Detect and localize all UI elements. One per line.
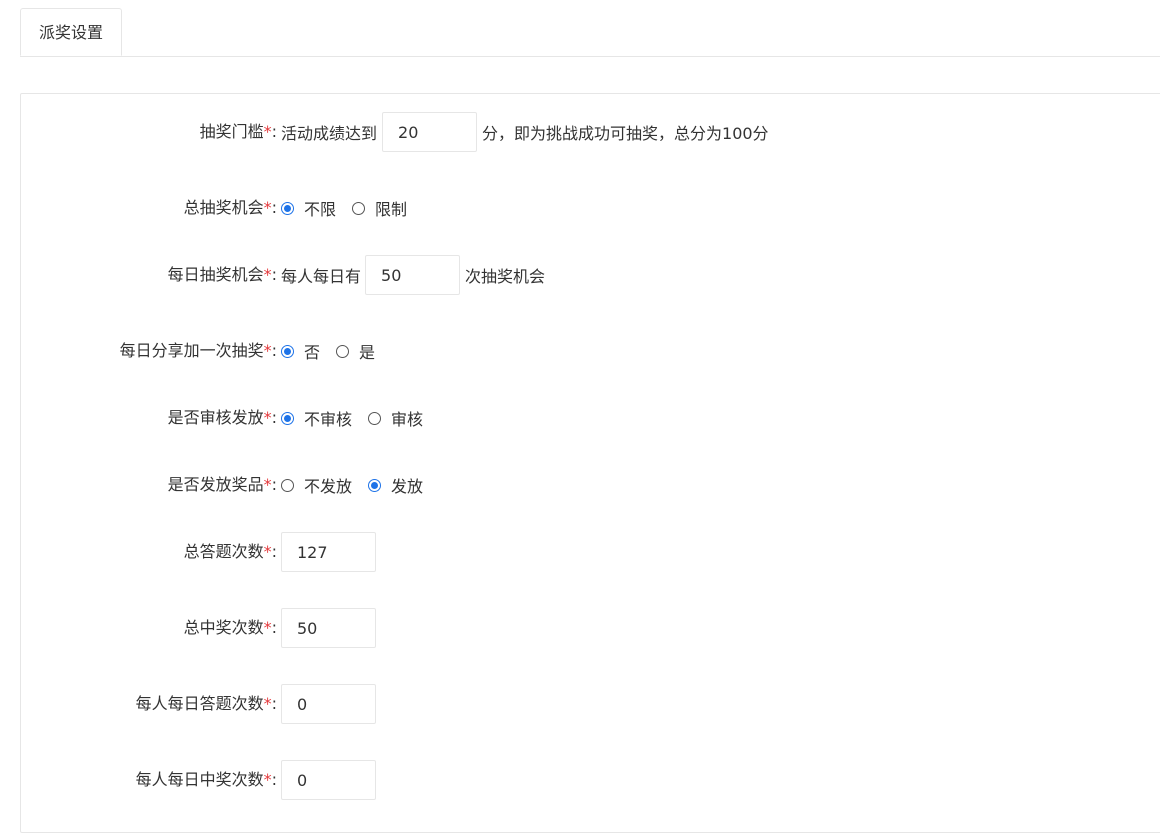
- settings-panel: 抽奖门槛*: 活动成绩达到 分，即为挑战成功可抽奖，总分为100分 总抽奖机会*…: [20, 93, 1160, 833]
- required-mark: *: [263, 694, 272, 713]
- radio-unchecked-icon: [281, 478, 294, 492]
- radio-unchecked-icon: [336, 344, 350, 358]
- total-wins-input[interactable]: [281, 608, 376, 648]
- total-wins-label: 总中奖次数*:: [183, 618, 277, 637]
- daily-share-label: 每日分享加一次抽奖*:: [119, 341, 277, 360]
- threshold-input[interactable]: [382, 112, 478, 152]
- daily-chances-row: 每日抽奖机会*: 每人每日有 次抽奖机会: [21, 255, 1160, 295]
- daily-chances-input[interactable]: [365, 255, 461, 295]
- threshold-prefix: 活动成绩达到: [281, 124, 378, 143]
- radio-checked-icon: [281, 344, 294, 358]
- daily-share-options: 否 是: [281, 331, 391, 371]
- radio-unlimited[interactable]: 不限: [281, 196, 336, 220]
- daily-chances-content: 每人每日有 次抽奖机会: [281, 255, 545, 295]
- daily-share-row: 每日分享加一次抽奖*: 否 是: [21, 331, 1160, 371]
- radio-unchecked-icon: [352, 201, 366, 215]
- review-payout-label: 是否审核发放*:: [167, 408, 277, 427]
- required-mark: *: [263, 542, 272, 561]
- total-answers-row: 总答题次数*:: [21, 532, 1160, 572]
- radio-checked-icon: [368, 478, 382, 492]
- issue-prize-row: 是否发放奖品*: 不发放 发放: [21, 465, 1160, 505]
- issue-prize-options: 不发放 发放: [281, 465, 439, 505]
- total-answers-label: 总答题次数*:: [183, 542, 277, 561]
- radio-checked-icon: [281, 201, 294, 215]
- radio-limited[interactable]: 限制: [352, 196, 407, 220]
- daily-answers-row: 每人每日答题次数*:: [21, 684, 1160, 724]
- total-chances-options: 不限 限制: [281, 188, 423, 228]
- radio-yes[interactable]: 是: [336, 339, 375, 363]
- daily-chances-label: 每日抽奖机会*:: [167, 265, 277, 284]
- required-mark: *: [263, 341, 272, 360]
- threshold-content: 活动成绩达到 分，即为挑战成功可抽奖，总分为100分: [281, 112, 769, 152]
- threshold-label: 抽奖门槛*:: [199, 122, 277, 141]
- daily-chances-suffix: 次抽奖机会: [465, 267, 546, 286]
- radio-checked-icon: [281, 411, 294, 425]
- daily-wins-content: [281, 760, 376, 800]
- radio-review[interactable]: 审核: [368, 406, 423, 430]
- daily-chances-prefix: 每人每日有: [281, 267, 362, 286]
- required-mark: *: [263, 770, 272, 789]
- required-mark: *: [263, 408, 272, 427]
- total-chances-label: 总抽奖机会*:: [183, 198, 277, 217]
- daily-wins-label: 每人每日中奖次数*:: [135, 770, 277, 789]
- total-wins-row: 总中奖次数*:: [21, 608, 1160, 648]
- required-mark: *: [263, 122, 272, 141]
- required-mark: *: [263, 618, 272, 637]
- daily-wins-input[interactable]: [281, 760, 376, 800]
- daily-wins-row: 每人每日中奖次数*:: [21, 760, 1160, 800]
- threshold-suffix: 分，即为挑战成功可抽奖，总分为100分: [482, 124, 769, 143]
- threshold-row: 抽奖门槛*: 活动成绩达到 分，即为挑战成功可抽奖，总分为100分: [21, 112, 1160, 152]
- radio-unchecked-icon: [368, 411, 382, 425]
- required-mark: *: [263, 198, 272, 217]
- radio-issue[interactable]: 发放: [368, 473, 423, 497]
- total-wins-content: [281, 608, 376, 648]
- total-answers-content: [281, 532, 376, 572]
- required-mark: *: [263, 265, 272, 284]
- radio-no-review[interactable]: 不审核: [281, 406, 352, 430]
- daily-answers-content: [281, 684, 376, 724]
- tab-prize-settings[interactable]: 派奖设置: [20, 8, 122, 56]
- daily-answers-label: 每人每日答题次数*:: [135, 694, 277, 713]
- required-mark: *: [263, 475, 272, 494]
- review-payout-options: 不审核 审核: [281, 398, 439, 438]
- daily-answers-input[interactable]: [281, 684, 376, 724]
- review-payout-row: 是否审核发放*: 不审核 审核: [21, 398, 1160, 438]
- tab-bar: 派奖设置: [20, 0, 1160, 57]
- radio-no[interactable]: 否: [281, 339, 320, 363]
- issue-prize-label: 是否发放奖品*:: [167, 475, 277, 494]
- total-chances-row: 总抽奖机会*: 不限 限制: [21, 188, 1160, 228]
- total-answers-input[interactable]: [281, 532, 376, 572]
- radio-no-issue[interactable]: 不发放: [281, 473, 352, 497]
